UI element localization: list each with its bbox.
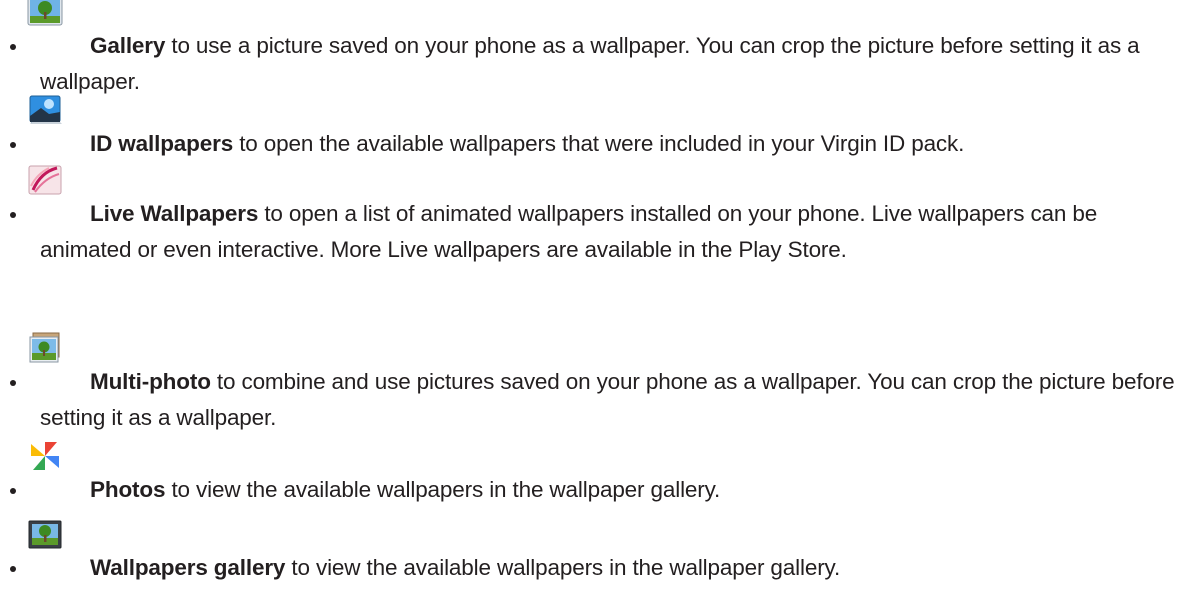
wallpapers-gallery-icon [27,518,63,550]
multi-photo-icon [27,332,63,364]
bullet [10,566,16,572]
list-item-photos: Photos to view the available wallpapers … [10,442,1180,508]
item-term: Gallery [90,33,166,58]
item-description: to view the available wallpapers in the … [285,555,841,580]
item-description: to combine and use pictures saved on you… [40,369,1175,430]
item-description: to open the available wallpapers that we… [233,131,965,156]
bullet [10,212,16,218]
photos-icon [27,440,63,472]
list-item-gallery: Gallery to use a picture saved on your p… [10,0,1180,100]
list-item-multi-photo: Multi-photo to combine and use pictures … [10,332,1180,436]
bullet [10,44,16,50]
list-item-wallpapers-gallery: Wallpapers gallery to view the available… [10,520,1180,586]
live-wallpapers-icon [27,164,63,196]
id-wallpapers-icon [27,94,63,126]
item-term: Multi-photo [90,369,211,394]
bullet [10,142,16,148]
item-description: to view the available wallpapers in the … [165,477,721,502]
gallery-icon [27,0,63,28]
list-item-id-wallpapers: ID wallpapers to open the available wall… [10,95,1180,162]
list-item-live-wallpapers: Live Wallpapers to open a list of animat… [10,165,1180,268]
bullet [10,380,16,386]
item-term: Wallpapers gallery [90,555,286,580]
item-description: to use a picture saved on your phone as … [40,33,1140,94]
item-term: Live Wallpapers [90,201,259,226]
wallpaper-source-list: Gallery to use a picture saved on your p… [0,0,1194,590]
item-term: ID wallpapers [90,131,234,156]
bullet [10,488,16,494]
item-term: Photos [90,477,166,502]
